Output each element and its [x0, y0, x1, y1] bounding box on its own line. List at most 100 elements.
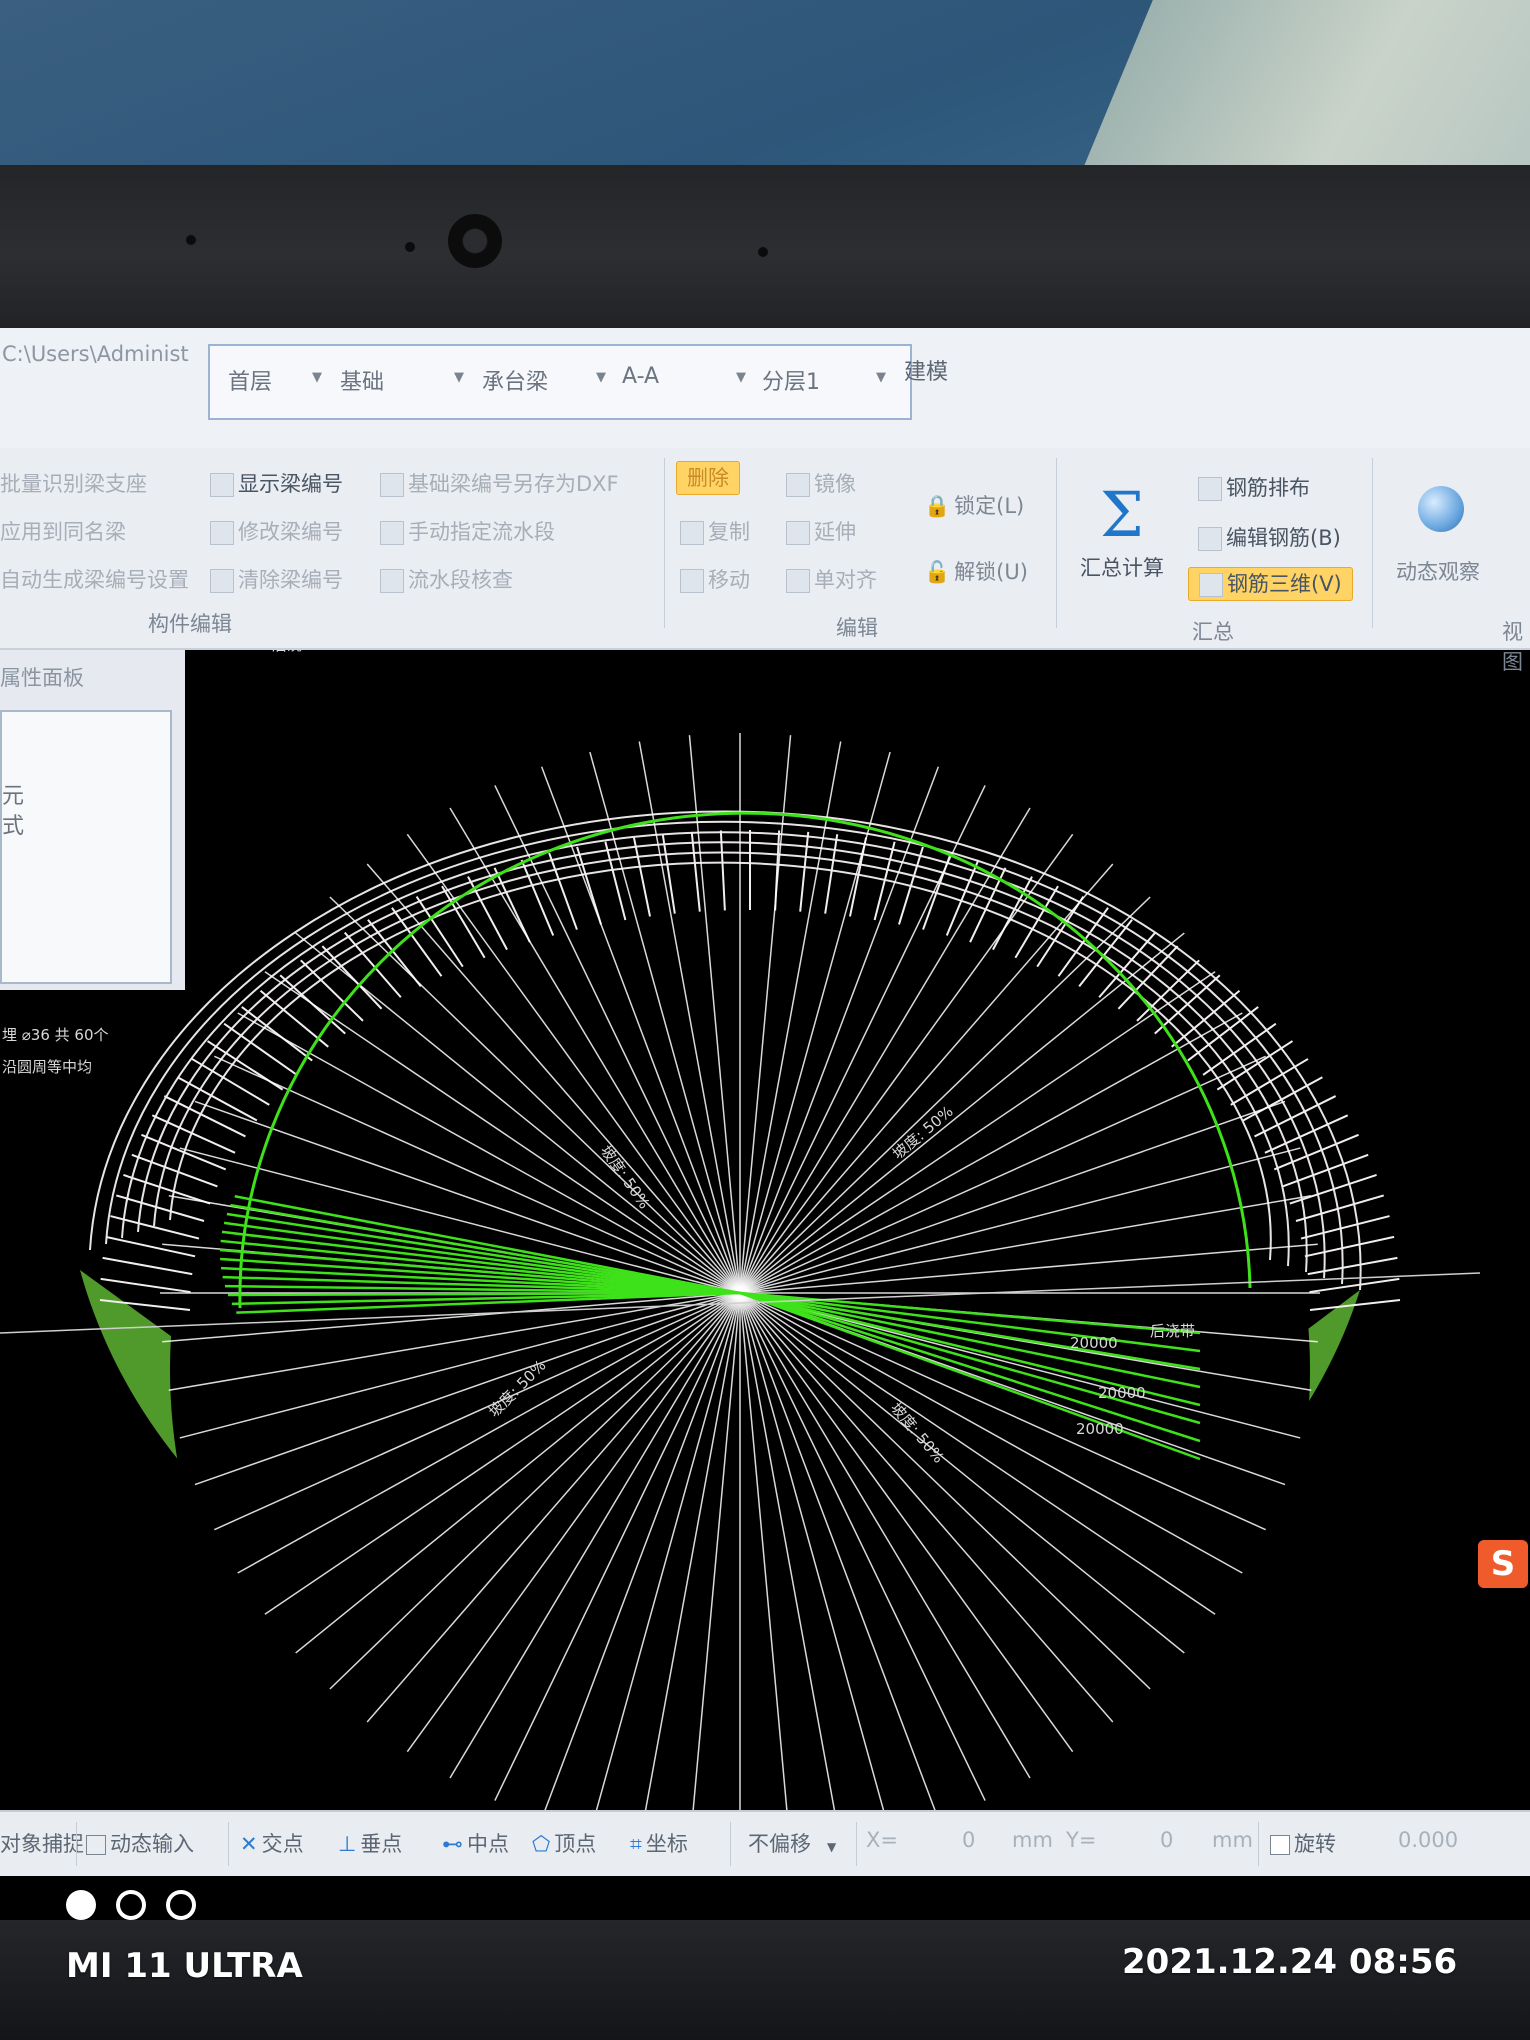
rebar-cage-stirrup — [151, 1114, 236, 1154]
snap-vertex-toggle[interactable]: ⬠ 顶点 — [532, 1828, 596, 1858]
align-button[interactable]: 单对齐 — [786, 564, 877, 594]
x-input[interactable]: 0 — [962, 1828, 975, 1852]
coord-icon: ⌗ — [630, 1832, 642, 1856]
rotate-angle-input[interactable]: 0.000 — [1398, 1828, 1458, 1852]
edit-group-label: 编辑 — [836, 616, 878, 640]
chevron-down-icon: ▼ — [454, 370, 464, 385]
floor-combo[interactable]: 首层 ▼ — [228, 364, 328, 398]
summary-calc-button[interactable]: 汇总计算 — [1080, 552, 1164, 582]
drawing-annotation: 20000 — [1098, 1384, 1146, 1402]
component-edit-group-label: 构件编辑 — [148, 612, 232, 636]
properties-panel-title: 属性面板 — [0, 666, 84, 690]
lock-button[interactable]: 🔒 锁定(L) — [924, 490, 1024, 520]
rebar-cage-stirrup — [1304, 1235, 1395, 1258]
clear-beam-number-button[interactable]: 清除梁编号 — [210, 564, 343, 594]
component-type-combo-value: 承台梁 — [482, 370, 549, 395]
summary-group-label: 汇总 — [1192, 620, 1234, 644]
sum-icon: Σ — [1100, 478, 1144, 551]
chevron-down-icon: ▼ — [596, 370, 606, 385]
snap-perpendicular-toggle[interactable]: ⊥ 垂点 — [338, 1828, 402, 1858]
ribbon-divider — [1372, 458, 1373, 628]
snap-midpoint-toggle[interactable]: ⊷ 中点 — [442, 1828, 509, 1858]
watermark-dot — [116, 1890, 146, 1920]
copy-icon — [680, 521, 704, 545]
export-dxf-button[interactable]: 基础梁编号另存为DXF — [380, 468, 619, 498]
rebar-cage-stirrup — [105, 1235, 196, 1258]
batch-identify-support-button[interactable]: 批量识别梁支座 — [0, 468, 147, 498]
status-divider — [1258, 1822, 1259, 1866]
modify-beam-number-label: 修改梁编号 — [238, 520, 343, 544]
rebar-cage-stirrup — [102, 1256, 193, 1276]
snap-coord-toggle[interactable]: ⌗ 坐标 — [630, 1828, 688, 1858]
layer-combo[interactable]: 分层1 ▼ — [762, 364, 892, 398]
snap-perpendicular-label: 垂点 — [360, 1832, 403, 1856]
check-flow-section-button[interactable]: 流水段核查 — [380, 564, 513, 594]
dynamic-observe-button[interactable]: 动态观察 — [1396, 556, 1480, 586]
show-beam-number-button[interactable]: 显示梁编号 — [210, 468, 343, 498]
sensor-dot — [186, 235, 196, 245]
delete-button-label: 删除 — [676, 461, 740, 495]
layer-combo-value: 分层1 — [762, 370, 820, 395]
component-type-combo[interactable]: 承台梁 ▼ — [482, 364, 612, 398]
rebar-layout-button[interactable]: 钢筋排布 — [1198, 472, 1310, 502]
category-combo[interactable]: 基础 ▼ — [340, 364, 470, 398]
component-name-combo-value: A-A — [622, 364, 660, 389]
laptop-screen: C:\Users\Administ 首层 ▼ 基础 ▼ 承台梁 ▼ A-A ▼ 分层1 ▼… — [0, 328, 1530, 1920]
move-button[interactable]: 移动 — [680, 564, 750, 594]
lock-button-label: 锁定(L) — [954, 494, 1025, 518]
component-name-combo[interactable]: A-A ▼ — [622, 364, 752, 398]
rebar-cage-stirrup — [1309, 1277, 1400, 1294]
snap-intersection-toggle[interactable]: ✕ 交点 — [240, 1828, 304, 1858]
rotate-label: 旋转 — [1294, 1832, 1336, 1856]
assign-flow-section-button[interactable]: 手动指定流水段 — [380, 516, 555, 546]
snap-coord-label: 坐标 — [645, 1832, 688, 1856]
assign-flow-section-label: 手动指定流水段 — [408, 520, 555, 544]
export-dxf-label: 基础梁编号另存为DXF — [408, 472, 619, 496]
extend-button-label: 延伸 — [814, 520, 856, 544]
rebar-layout-icon — [1198, 477, 1222, 501]
check-flow-section-label: 流水段核查 — [408, 568, 513, 592]
dynamic-input-label: 动态输入 — [110, 1832, 194, 1856]
modify-beam-number-button[interactable]: 修改梁编号 — [210, 516, 343, 546]
intersection-icon: ✕ — [240, 1832, 258, 1856]
sogou-ime-icon[interactable]: S — [1478, 1540, 1528, 1588]
export-icon — [380, 473, 404, 497]
edit-rebar-icon — [1198, 527, 1222, 551]
mirror-button[interactable]: 镜像 — [786, 468, 856, 498]
unlock-button[interactable]: 🔓 解锁(U) — [924, 556, 1028, 586]
properties-panel-line: 元 — [2, 784, 25, 809]
status-bar: 对象捕捉 动态输入 ✕ 交点 ⊥ 垂点 ⊷ 中点 ⬠ 顶点 ⌗ 坐标 不偏移 ▼ X= 0 … — [0, 1810, 1530, 1876]
drawing-annotation: 后浇 — [272, 650, 302, 654]
rebar-3d-icon — [1199, 573, 1223, 597]
delete-button[interactable]: 删除 — [676, 461, 740, 495]
floor-selector-group: 首层 ▼ 基础 ▼ 承台梁 ▼ A-A ▼ 分层1 ▼ — [208, 344, 912, 420]
clear-beam-number-label: 清除梁编号 — [238, 568, 343, 592]
rebar-3d-button[interactable]: 钢筋三维(V) — [1188, 567, 1353, 601]
cad-viewport[interactable]: ⌀50泄水孔 共 5个沿圆周后浇埋 ⌀36 共 60个沿圆周等中均坡度: 50%… — [0, 650, 1530, 1890]
show-beam-number-label: 显示梁编号 — [238, 472, 343, 496]
ribbon-toolbar: 批量识别梁支座 应用到同名梁 自动生成梁编号设置 显示梁编号 修改梁编号 清除梁… — [0, 448, 1530, 674]
perpendicular-icon: ⊥ — [338, 1832, 357, 1856]
check-icon — [380, 569, 404, 593]
copy-button[interactable]: 复制 — [680, 516, 750, 546]
offset-mode-select[interactable]: 不偏移 ▼ — [748, 1828, 836, 1858]
edit-rebar-button[interactable]: 编辑钢筋(B) — [1198, 522, 1341, 552]
object-snap-toggle[interactable]: 对象捕捉 — [0, 1828, 84, 1858]
y-input[interactable]: 0 — [1160, 1828, 1173, 1852]
unlock-icon: 🔓 — [924, 560, 951, 584]
category-combo-value: 基础 — [340, 370, 385, 395]
auto-number-settings-button[interactable]: 自动生成梁编号设置 — [0, 564, 189, 594]
rotate-checkbox[interactable]: 旋转 — [1270, 1828, 1336, 1858]
extend-button[interactable]: 延伸 — [786, 516, 856, 546]
dynamic-input-toggle[interactable]: 动态输入 — [86, 1828, 194, 1858]
chevron-down-icon: ▼ — [736, 370, 746, 385]
sensor-dot — [758, 247, 768, 257]
status-divider — [856, 1822, 857, 1866]
beam-number-icon — [210, 473, 234, 497]
sensor-dot — [405, 242, 415, 252]
status-divider — [228, 1822, 229, 1866]
drawing-annotation: 20000 — [1070, 1334, 1118, 1352]
apply-same-beam-button[interactable]: 应用到同名梁 — [0, 516, 126, 546]
orbit-globe-icon — [1418, 486, 1464, 532]
x-label: X= — [866, 1828, 898, 1852]
